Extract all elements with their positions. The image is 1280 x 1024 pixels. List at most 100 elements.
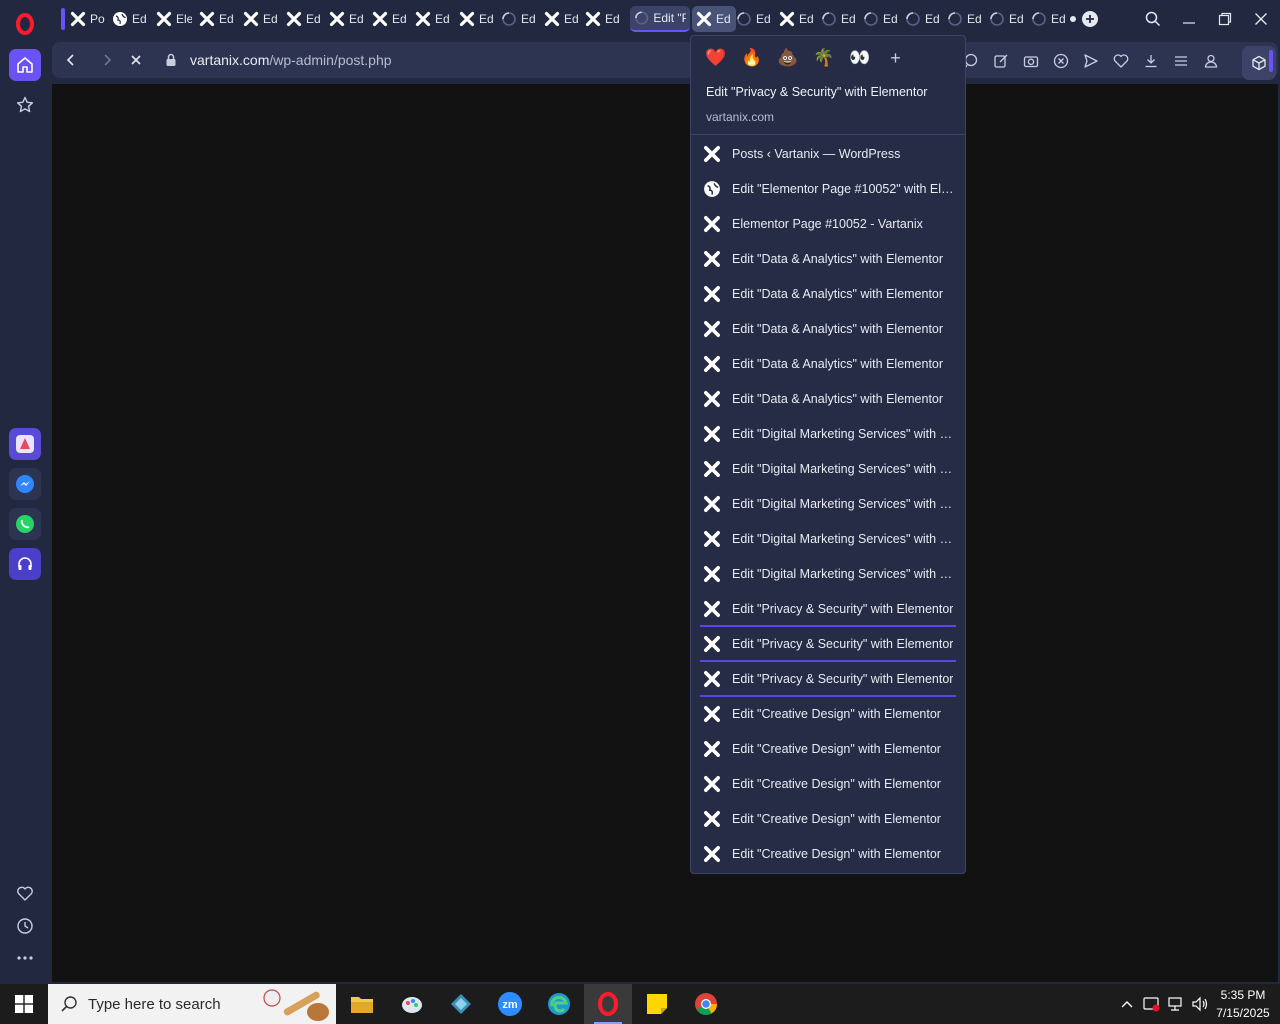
stop-loading-button[interactable] bbox=[126, 51, 146, 69]
tab-list-item[interactable]: Edit "Privacy & Security" with Elementor bbox=[691, 627, 965, 662]
elementor-x-icon bbox=[243, 11, 259, 27]
tab[interactable]: Ed bbox=[905, 6, 941, 32]
security-tray-button[interactable] bbox=[1142, 995, 1162, 1013]
add-reaction-button[interactable]: + bbox=[885, 48, 906, 69]
back-button[interactable] bbox=[61, 51, 81, 69]
tab[interactable]: Ed bbox=[459, 6, 495, 32]
tab[interactable]: Ed bbox=[821, 6, 857, 32]
tab-list-item[interactable]: Edit "Digital Marketing Services" with E… bbox=[691, 522, 965, 557]
tab[interactable]: Ed bbox=[415, 6, 451, 32]
tab-list-item[interactable]: Edit "Digital Marketing Services" with E… bbox=[691, 557, 965, 592]
opera-taskbar-button[interactable] bbox=[584, 984, 632, 1024]
poop-emoji[interactable]: 💩 bbox=[777, 48, 798, 68]
aria-app-button[interactable] bbox=[9, 428, 41, 460]
show-hidden-icons-button[interactable] bbox=[1118, 995, 1136, 1013]
new-tab-button[interactable] bbox=[1082, 11, 1098, 27]
tab[interactable]: Ed bbox=[1031, 6, 1067, 32]
tab[interactable]: Ele bbox=[156, 6, 192, 32]
whatsapp-app-button[interactable] bbox=[9, 508, 41, 540]
downloads-button[interactable] bbox=[1142, 52, 1160, 70]
messenger-app-button[interactable] bbox=[9, 468, 41, 500]
fire-emoji[interactable]: 🔥 bbox=[741, 48, 762, 68]
palm-tree-emoji[interactable]: 🌴 bbox=[813, 48, 834, 68]
tab-title: Edit "P bbox=[653, 11, 686, 25]
edge-button[interactable] bbox=[535, 984, 583, 1024]
edit-button[interactable] bbox=[992, 52, 1010, 70]
search-button[interactable] bbox=[1141, 8, 1165, 30]
tab[interactable]: Ed bbox=[243, 6, 279, 32]
sticky-notes-button[interactable] bbox=[633, 984, 681, 1024]
tab-list-item[interactable]: Edit "Data & Analytics" with Elementor bbox=[691, 277, 965, 312]
taskbar-clock[interactable]: 5:35 PM 7/15/2025 bbox=[1212, 986, 1274, 1022]
elementor-x-icon bbox=[372, 11, 388, 27]
network-button[interactable] bbox=[1166, 995, 1186, 1013]
tab[interactable]: Ed bbox=[736, 6, 772, 32]
tab-list-item[interactable]: Posts ‹ Vartanix — WordPress bbox=[691, 137, 965, 172]
tab-list-item[interactable]: Edit "Data & Analytics" with Elementor bbox=[691, 382, 965, 417]
tab[interactable]: Ed bbox=[501, 6, 537, 32]
history-button[interactable] bbox=[9, 910, 41, 942]
close-window-button[interactable] bbox=[1249, 8, 1273, 30]
tab[interactable]: Ed bbox=[585, 6, 621, 32]
sidebar-more-button[interactable] bbox=[9, 942, 41, 974]
tab-list-item[interactable]: Edit "Creative Design" with Elementor bbox=[691, 837, 965, 872]
eyes-emoji[interactable]: 👀 bbox=[849, 48, 870, 68]
start-button[interactable] bbox=[0, 984, 48, 1024]
tab[interactable]: Edit "P bbox=[630, 6, 690, 32]
home-button[interactable] bbox=[9, 49, 41, 81]
favorites-button[interactable] bbox=[9, 878, 41, 910]
tab-list-item[interactable]: Edit "Digital Marketing Services" with E… bbox=[691, 487, 965, 522]
loading-icon bbox=[990, 12, 1004, 26]
tab[interactable]: Ed bbox=[989, 6, 1025, 32]
heart-emoji[interactable]: ❤️ bbox=[705, 48, 726, 68]
tab[interactable]: Ed bbox=[544, 6, 580, 32]
opera-logo-icon[interactable] bbox=[13, 12, 37, 36]
tab[interactable]: Ed bbox=[112, 6, 148, 32]
tab-list-item[interactable]: Edit "Creative Design" with Elementor bbox=[691, 697, 965, 732]
tab[interactable]: Ed bbox=[863, 6, 899, 32]
speed-dial-button[interactable] bbox=[9, 89, 41, 121]
tab-title: Ed bbox=[756, 12, 771, 26]
elementor-x-icon bbox=[704, 566, 720, 582]
tab-list-item[interactable]: Edit "Data & Analytics" with Elementor bbox=[691, 347, 965, 382]
tab-list-item[interactable]: Edit "Creative Design" with Elementor bbox=[691, 767, 965, 802]
tab[interactable]: Po bbox=[70, 6, 106, 32]
tab-list-item[interactable]: Edit "Privacy & Security" with Elementor bbox=[691, 662, 965, 697]
tab[interactable]: Ed bbox=[779, 6, 815, 32]
snapshot-button[interactable] bbox=[1022, 52, 1040, 70]
tab-list-item[interactable]: Edit "Data & Analytics" with Elementor bbox=[691, 242, 965, 277]
tab[interactable]: Ed bbox=[329, 6, 365, 32]
forward-button[interactable] bbox=[97, 51, 117, 69]
paint-button[interactable] bbox=[388, 984, 436, 1024]
site-info-button[interactable] bbox=[161, 51, 181, 69]
restore-button[interactable] bbox=[1213, 8, 1237, 30]
send-button[interactable] bbox=[1082, 52, 1100, 70]
tab-list-item[interactable]: Edit "Digital Marketing Services" with E… bbox=[691, 417, 965, 452]
easy-setup-button[interactable] bbox=[1172, 52, 1190, 70]
tab-list-item[interactable]: Edit "Creative Design" with Elementor bbox=[691, 732, 965, 767]
volume-button[interactable] bbox=[1190, 995, 1210, 1013]
app-button[interactable] bbox=[437, 984, 485, 1024]
music-player-button[interactable] bbox=[9, 548, 41, 580]
url-text[interactable]: vartanix.com/wp-admin/post.php bbox=[190, 52, 392, 68]
ad-blocker-button[interactable] bbox=[1052, 52, 1070, 70]
tab-list-item[interactable]: Edit "Elementor Page #10052" with Ele... bbox=[691, 172, 965, 207]
taskbar-search[interactable]: Type here to search bbox=[48, 984, 336, 1024]
tab[interactable]: Ed bbox=[199, 6, 235, 32]
zoom-button[interactable]: zm bbox=[486, 984, 534, 1024]
tab-list-item[interactable]: Edit "Digital Marketing Services" with E… bbox=[691, 452, 965, 487]
more-dots-icon bbox=[17, 956, 33, 960]
tab-list-item[interactable]: Edit "Privacy & Security" with Elementor bbox=[691, 592, 965, 627]
profile-button[interactable] bbox=[1202, 52, 1220, 70]
chrome-button[interactable] bbox=[682, 984, 730, 1024]
tab[interactable]: Ed bbox=[286, 6, 322, 32]
tab[interactable]: Ed bbox=[372, 6, 408, 32]
tab[interactable]: Ed bbox=[692, 6, 736, 32]
bookmark-button[interactable] bbox=[1112, 52, 1130, 70]
tab[interactable]: Ed bbox=[947, 6, 983, 32]
tab-list-item[interactable]: Elementor Page #10052 - Vartanix bbox=[691, 207, 965, 242]
minimize-button[interactable] bbox=[1177, 8, 1201, 30]
tab-list-item[interactable]: Edit "Data & Analytics" with Elementor bbox=[691, 312, 965, 347]
tab-list-item[interactable]: Edit "Creative Design" with Elementor bbox=[691, 802, 965, 837]
file-explorer-button[interactable] bbox=[338, 984, 386, 1024]
